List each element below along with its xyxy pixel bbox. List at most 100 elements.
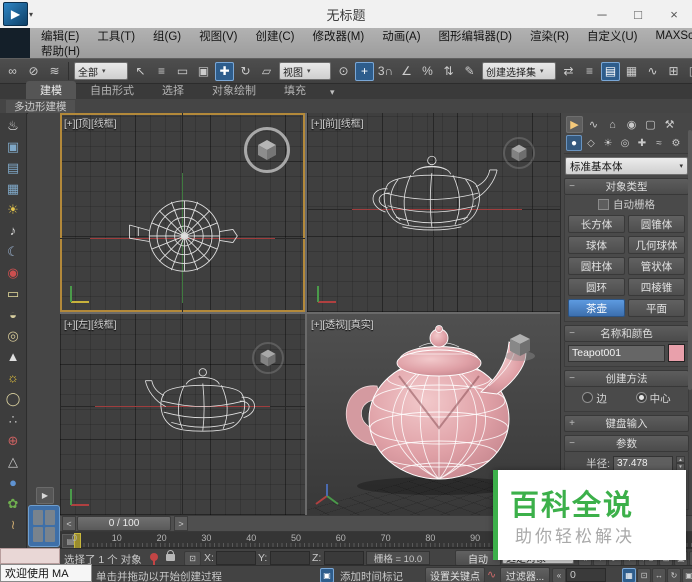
lightbulb-icon[interactable]: ☀ — [3, 199, 24, 220]
viewcube[interactable] — [503, 330, 537, 364]
select-and-scale-icon[interactable]: ▱ — [257, 62, 276, 81]
menu-item[interactable]: 图形编辑器(D) — [430, 28, 521, 44]
utilities-tab[interactable]: ⚒ — [661, 116, 678, 133]
camera-icon[interactable]: ◉ — [3, 262, 24, 283]
radius-field[interactable]: 37.478 — [613, 456, 673, 471]
time-slider[interactable]: 0 / 100 — [77, 516, 171, 531]
sun-icon[interactable]: ☼ — [3, 367, 24, 388]
absolute-mode-toggle[interactable]: ⊡ — [184, 551, 201, 566]
teapot-front-wireframe[interactable] — [355, 151, 515, 251]
primitive-button[interactable]: 长方体 — [568, 215, 625, 233]
schematic-view-icon[interactable]: ⊞ — [664, 62, 683, 81]
mini-play-button[interactable]: ▶ — [36, 487, 54, 504]
object-class-dropdown[interactable]: 标准基本体 ▾ — [565, 157, 688, 175]
space-warps-cat[interactable]: ≈ — [651, 135, 667, 151]
angle-snap-icon[interactable]: ∠ — [397, 62, 416, 81]
current-frame-field[interactable]: 0 — [566, 568, 606, 582]
viewport-label[interactable]: [+][左][线框] — [64, 316, 117, 331]
bitmap-window-icon[interactable]: ▣ — [3, 136, 24, 157]
graphite-ribbon-toggle-icon[interactable]: ▦ — [622, 62, 641, 81]
ring-icon[interactable]: ◯ — [3, 388, 24, 409]
select-and-rotate-icon[interactable]: ↻ — [236, 62, 255, 81]
lights-cat[interactable]: ☀ — [600, 135, 616, 151]
viewport-label[interactable]: [+][前][线框] — [311, 115, 364, 130]
ribbon-tab[interactable]: 填充 — [270, 81, 320, 99]
edit-named-selection-sets-icon[interactable]: ✎ — [460, 62, 479, 81]
rollout-header[interactable]: + 键盘输入 — [564, 415, 689, 432]
next-frame-arrow[interactable]: > — [174, 516, 188, 531]
zoom-region-icon[interactable]: ⊡ — [637, 568, 651, 582]
data-grid-icon[interactable]: ▦ — [3, 178, 24, 199]
rain-icon[interactable]: ∴ — [3, 409, 24, 430]
viewport-top[interactable]: [+][顶][线框] — [60, 113, 305, 312]
center-radio[interactable]: 中心 — [636, 391, 671, 406]
moon-icon[interactable]: ☾ — [3, 241, 24, 262]
viewcube[interactable] — [244, 127, 290, 173]
menu-item[interactable]: 工具(T) — [88, 28, 144, 44]
select-by-name-icon[interactable]: ≡ — [152, 62, 171, 81]
shapes-cat[interactable]: ◇ — [583, 135, 599, 151]
maximize-viewport-toggle-icon[interactable]: ▣ — [682, 568, 692, 582]
primitive-button[interactable]: 管状体 — [628, 257, 685, 275]
systems-cat[interactable]: ⚙ — [668, 135, 684, 151]
teapot-left-wireframe[interactable] — [130, 364, 270, 452]
primitive-button[interactable]: 圆锥体 — [628, 215, 685, 233]
rollout-header[interactable]: − 对象类型 — [564, 178, 689, 195]
viewport-label[interactable]: [+][透视][真实] — [311, 316, 374, 331]
sphere-icon[interactable]: ◎ — [3, 325, 24, 346]
ribbon-tab[interactable]: 建模 — [26, 81, 76, 99]
menu-item[interactable]: 组(G) — [144, 28, 190, 44]
geometry-cat[interactable]: ● — [566, 135, 582, 151]
pan-view-icon[interactable]: ▦ — [622, 568, 636, 582]
menu-item[interactable]: 渲染(R) — [521, 28, 578, 44]
polygon-modeling-tab[interactable]: 多边形建模 — [6, 100, 75, 113]
rollout-header[interactable]: − 创建方法 — [564, 370, 689, 387]
menu-item[interactable]: 修改器(M) — [303, 28, 373, 44]
snap-toggle-3d-icon[interactable]: 3∩ — [376, 62, 395, 81]
sound-icon[interactable]: ♪ — [3, 220, 24, 241]
spreadsheet-icon[interactable]: ▤ — [3, 157, 24, 178]
object-color-swatch[interactable] — [668, 344, 685, 362]
rectangular-selection-region-icon[interactable]: ▭ — [173, 62, 192, 81]
hierarchy-tab[interactable]: ⌂ — [604, 116, 621, 133]
unlink-selection-icon[interactable]: ⊘ — [24, 62, 43, 81]
select-and-move-icon[interactable]: ✚ — [215, 62, 234, 81]
viewport-front[interactable]: [+][前][线框] — [307, 113, 560, 312]
y-coordinate-field[interactable] — [270, 551, 310, 565]
object-name-field[interactable]: Teapot001 — [568, 345, 665, 362]
named-selection-sets-dropdown[interactable]: 创建选择集▾ — [482, 62, 556, 80]
ribbon-tab[interactable]: 选择 — [148, 81, 198, 99]
select-object-icon[interactable]: ↖ — [131, 62, 150, 81]
add-time-tag[interactable]: 添加时间标记 — [340, 569, 403, 582]
ribbon-overflow-icon[interactable]: ▾ — [330, 87, 335, 99]
menu-item[interactable]: 动画(A) — [373, 28, 429, 44]
menu-item-help[interactable]: 帮助(H) — [32, 43, 89, 59]
key-filter-icon[interactable]: ∿ — [487, 568, 496, 581]
dome-icon[interactable]: ◒ — [3, 304, 24, 325]
bind-to-space-warp-icon[interactable]: ≋ — [45, 62, 64, 81]
menu-item[interactable]: 创建(C) — [246, 28, 303, 44]
mirror-icon[interactable]: ⇄ — [559, 62, 578, 81]
select-and-manipulate-icon[interactable]: + — [355, 62, 374, 81]
primitive-button[interactable]: 四棱锥 — [628, 278, 685, 296]
cameras-cat[interactable]: ◎ — [617, 135, 633, 151]
primitive-button[interactable]: 茶壶 — [568, 299, 625, 317]
filters-button[interactable]: 过滤器... — [500, 567, 550, 582]
go-to-start-icon[interactable]: « — [552, 568, 566, 582]
motion-tab[interactable]: ◉ — [623, 116, 640, 133]
plane-icon[interactable]: ▭ — [3, 283, 24, 304]
align-icon[interactable]: ≡ — [580, 62, 599, 81]
window-crossing-icon[interactable]: ▣ — [194, 62, 213, 81]
primitive-button[interactable]: 平面 — [628, 299, 685, 317]
pan-hand-icon[interactable]: ↔ — [652, 568, 666, 582]
radius-spinner[interactable]: ▲▼ — [676, 456, 685, 471]
orbit-icon[interactable]: ↻ — [667, 568, 681, 582]
selection-lock-pin-icon[interactable] — [150, 553, 158, 561]
curve-editor-icon[interactable]: ∿ — [643, 62, 662, 81]
previous-frame-arrow[interactable]: < — [62, 516, 76, 531]
close-button[interactable]: × — [656, 0, 692, 28]
app-menu-button[interactable]: ▶ ▾ — [3, 2, 33, 26]
menu-item[interactable]: MAXScript(X) — [646, 30, 692, 42]
teapot-icon[interactable]: ♨ — [3, 115, 24, 136]
autogrid-checkbox[interactable] — [598, 199, 609, 210]
